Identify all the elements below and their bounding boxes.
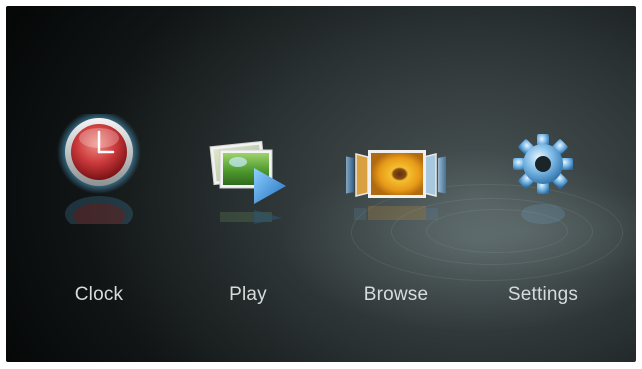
menu-item-settings[interactable]: Settings xyxy=(468,6,618,362)
clock-icon xyxy=(57,114,141,224)
menu-item-browse[interactable]: Browse xyxy=(321,6,471,362)
clock-label: Clock xyxy=(74,284,124,305)
play-slideshow-icon xyxy=(209,140,286,224)
menu-item-play[interactable]: Play xyxy=(173,6,323,362)
play-label: Play xyxy=(229,284,267,305)
browse-label: Browse xyxy=(363,284,429,305)
browse-photos-icon xyxy=(346,150,446,220)
menu-item-clock[interactable]: Clock xyxy=(24,6,174,362)
settings-label: Settings xyxy=(507,284,579,305)
home-menu-screen: Clock Play Browse Settings xyxy=(6,6,636,362)
gear-icon xyxy=(513,134,573,224)
